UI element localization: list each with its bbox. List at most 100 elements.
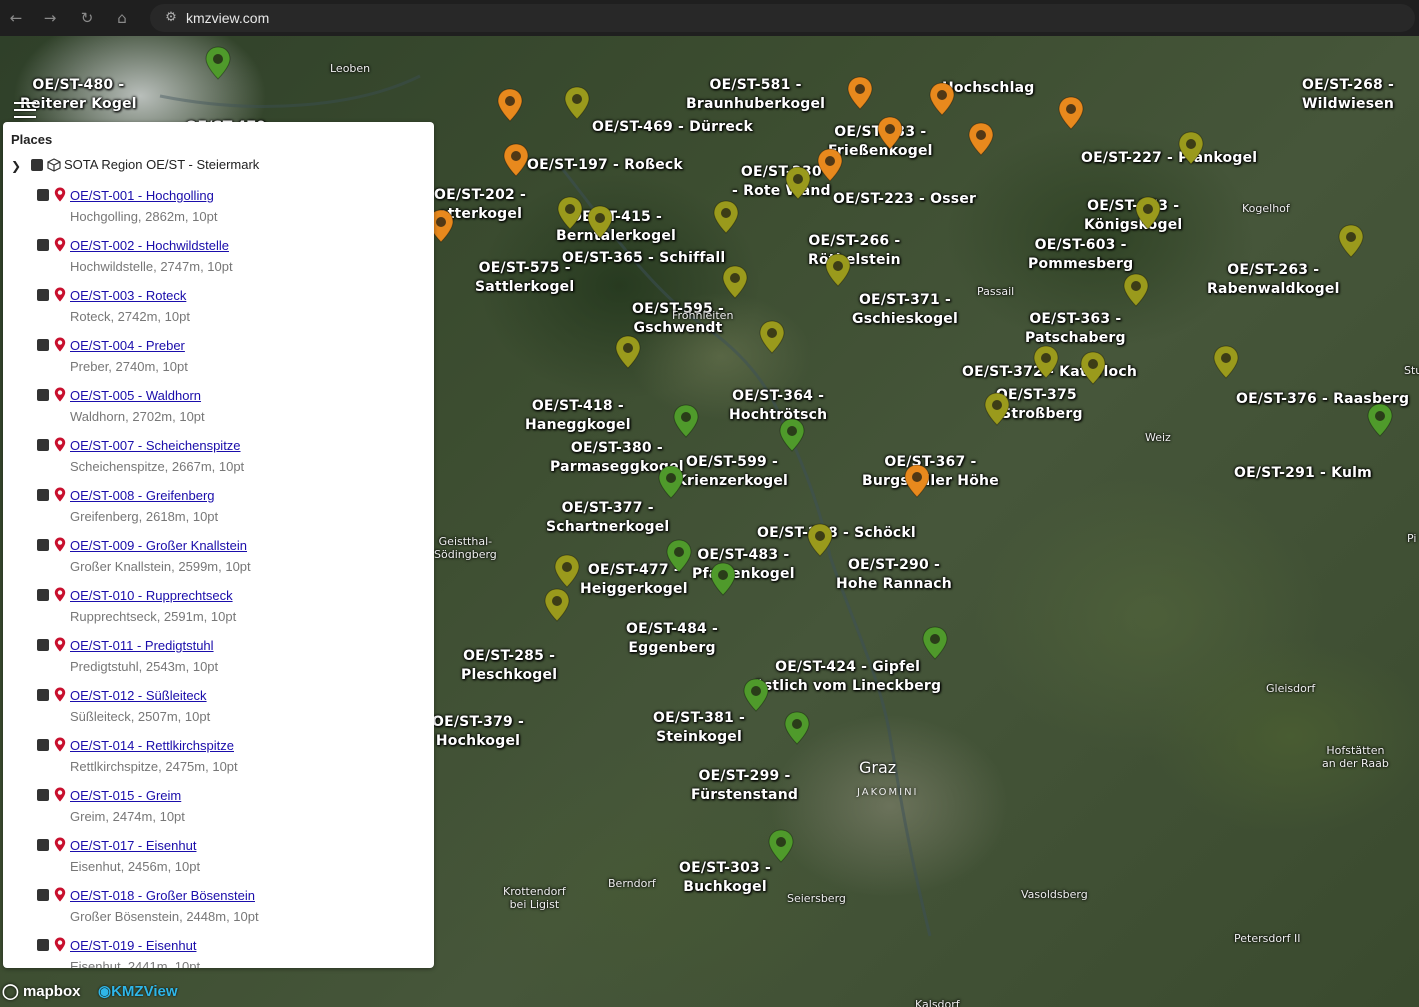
kmzview-logo[interactable]: ◉KMZView [98, 982, 178, 1000]
place-checkbox[interactable] [37, 539, 49, 551]
map-pin-icon[interactable] [666, 539, 692, 573]
map-pin-icon[interactable] [847, 76, 873, 110]
place-checkbox[interactable] [37, 889, 49, 901]
place-checkbox[interactable] [37, 489, 49, 501]
map-pin-icon[interactable] [759, 320, 785, 354]
map-pin-icon[interactable] [544, 588, 570, 622]
place-list-item[interactable]: OE/ST-005 - Waldhorn Waldhorn, 2702m, 10p… [33, 386, 433, 436]
map-pin-icon[interactable] [1178, 131, 1204, 165]
map-pin-icon[interactable] [825, 253, 851, 287]
map-pin-icon[interactable] [722, 265, 748, 299]
site-info-icon[interactable]: ⚙ [162, 9, 180, 27]
place-link[interactable]: OE/ST-009 - Großer Knallstein [70, 538, 247, 553]
map-pin-icon[interactable] [768, 829, 794, 863]
map-pin-icon[interactable] [587, 205, 613, 239]
place-list-item[interactable]: OE/ST-009 - Großer Knallstein Großer Knal… [33, 536, 433, 586]
mapbox-logo[interactable]: ◯ mapbox [2, 982, 80, 1000]
map-pin-icon[interactable] [1058, 96, 1084, 130]
map-pin-icon[interactable] [713, 200, 739, 234]
place-list-item[interactable]: OE/ST-007 - Scheichenspitze Scheichenspit… [33, 436, 433, 486]
place-link[interactable]: OE/ST-001 - Hochgolling [70, 188, 214, 203]
map-pin-icon[interactable] [779, 418, 805, 452]
place-link[interactable]: OE/ST-014 - Rettlkirchspitze [70, 738, 234, 753]
map-pin-icon[interactable] [968, 122, 994, 156]
map-pin-icon[interactable] [807, 523, 833, 557]
place-list-item[interactable]: OE/ST-003 - Roteck Roteck, 2742m, 10pt [33, 286, 433, 336]
region-checkbox[interactable] [31, 159, 43, 171]
url-text[interactable]: kmzview.com [186, 8, 269, 28]
map-pin-icon[interactable] [497, 88, 523, 122]
reload-icon[interactable]: ↻ [77, 8, 97, 28]
place-link[interactable]: OE/ST-015 - Greim [70, 788, 181, 803]
place-list-item[interactable]: OE/ST-011 - Predigtstuhl Predigtstuhl, 25… [33, 636, 433, 686]
place-list-item[interactable]: OE/ST-015 - Greim Greim, 2474m, 10pt [33, 786, 433, 836]
map-pin-icon[interactable] [817, 148, 843, 182]
place-list-item[interactable]: OE/ST-018 - Großer Bösenstein Großer Böse… [33, 886, 433, 936]
map-pin-icon[interactable] [564, 86, 590, 120]
map-pin-icon[interactable] [785, 166, 811, 200]
place-checkbox[interactable] [37, 739, 49, 751]
map-pin-icon[interactable] [1367, 403, 1393, 437]
address-bar[interactable] [150, 4, 1415, 32]
place-list-item[interactable]: OE/ST-008 - Greifenberg Greifenberg, 2618… [33, 486, 433, 536]
chevron-down-icon[interactable]: ❯ [11, 156, 25, 176]
place-link[interactable]: OE/ST-002 - Hochwildstelle [70, 238, 229, 253]
place-checkbox[interactable] [37, 289, 49, 301]
map-pin-icon[interactable] [922, 626, 948, 660]
map-pin-icon[interactable] [1080, 351, 1106, 385]
map-pin-icon[interactable] [1123, 273, 1149, 307]
map-pin-icon[interactable] [1338, 224, 1364, 258]
place-checkbox[interactable] [37, 589, 49, 601]
map-pin-icon[interactable] [784, 711, 810, 745]
place-list-item[interactable]: OE/ST-002 - Hochwildstelle Hochwildstelle… [33, 236, 433, 286]
map-pin-icon[interactable] [1033, 345, 1059, 379]
map-pin-icon[interactable] [205, 46, 231, 80]
place-link[interactable]: OE/ST-010 - Rupprechtseck [70, 588, 233, 603]
map-pin-icon[interactable] [710, 562, 736, 596]
place-checkbox[interactable] [37, 939, 49, 951]
map-pin-icon[interactable] [904, 464, 930, 498]
place-link[interactable]: OE/ST-018 - Großer Bösenstein [70, 888, 255, 903]
map-pin-icon[interactable] [877, 116, 903, 150]
place-list-item[interactable]: OE/ST-019 - Eisenhut Eisenhut, 2441m, 10p… [33, 936, 433, 968]
place-list-item[interactable]: OE/ST-012 - Süßleiteck Süßleiteck, 2507m,… [33, 686, 433, 736]
place-link[interactable]: OE/ST-008 - Greifenberg [70, 488, 215, 503]
place-link[interactable]: OE/ST-019 - Eisenhut [70, 938, 196, 953]
place-checkbox[interactable] [37, 689, 49, 701]
place-link[interactable]: OE/ST-017 - Eisenhut [70, 838, 196, 853]
place-link[interactable]: OE/ST-003 - Roteck [70, 288, 186, 303]
map-pin-icon[interactable] [615, 335, 641, 369]
place-checkbox[interactable] [37, 439, 49, 451]
place-checkbox[interactable] [37, 339, 49, 351]
place-link[interactable]: OE/ST-012 - Süßleiteck [70, 688, 207, 703]
place-link[interactable]: OE/ST-007 - Scheichenspitze [70, 438, 241, 453]
forward-arrow-icon[interactable]: → [40, 8, 60, 28]
place-list-item[interactable]: OE/ST-014 - Rettlkirchspitze Rettlkirchsp… [33, 736, 433, 786]
place-checkbox[interactable] [37, 639, 49, 651]
map-pin-icon[interactable] [743, 678, 769, 712]
menu-toggle-icon[interactable] [14, 102, 36, 118]
map-pin-icon[interactable] [658, 465, 684, 499]
map-pin-icon[interactable] [554, 554, 580, 588]
home-icon[interactable]: ⌂ [112, 8, 132, 28]
map-pin-icon[interactable] [1213, 345, 1239, 379]
place-checkbox[interactable] [37, 189, 49, 201]
map-pin-icon[interactable] [557, 196, 583, 230]
place-checkbox[interactable] [37, 789, 49, 801]
map-pin-icon[interactable] [929, 82, 955, 116]
place-checkbox[interactable] [37, 389, 49, 401]
place-list-item[interactable]: OE/ST-010 - Rupprechtseck Rupprechtseck, … [33, 586, 433, 636]
place-checkbox[interactable] [37, 839, 49, 851]
place-link[interactable]: OE/ST-005 - Waldhorn [70, 388, 201, 403]
place-link[interactable]: OE/ST-011 - Predigtstuhl [70, 638, 214, 653]
place-link[interactable]: OE/ST-004 - Preber [70, 338, 185, 353]
map-pin-icon[interactable] [503, 143, 529, 177]
map-pin-icon[interactable] [673, 404, 699, 438]
map-pin-icon[interactable] [984, 392, 1010, 426]
place-list-item[interactable]: OE/ST-017 - Eisenhut Eisenhut, 2456m, 10p… [33, 836, 433, 886]
map-pin-icon[interactable] [1135, 196, 1161, 230]
back-arrow-icon[interactable]: ← [6, 8, 26, 28]
place-list-item[interactable]: OE/ST-004 - Preber Preber, 2740m, 10pt [33, 336, 433, 386]
place-list-item[interactable]: OE/ST-001 - Hochgolling Hochgolling, 2862… [33, 186, 433, 236]
place-checkbox[interactable] [37, 239, 49, 251]
